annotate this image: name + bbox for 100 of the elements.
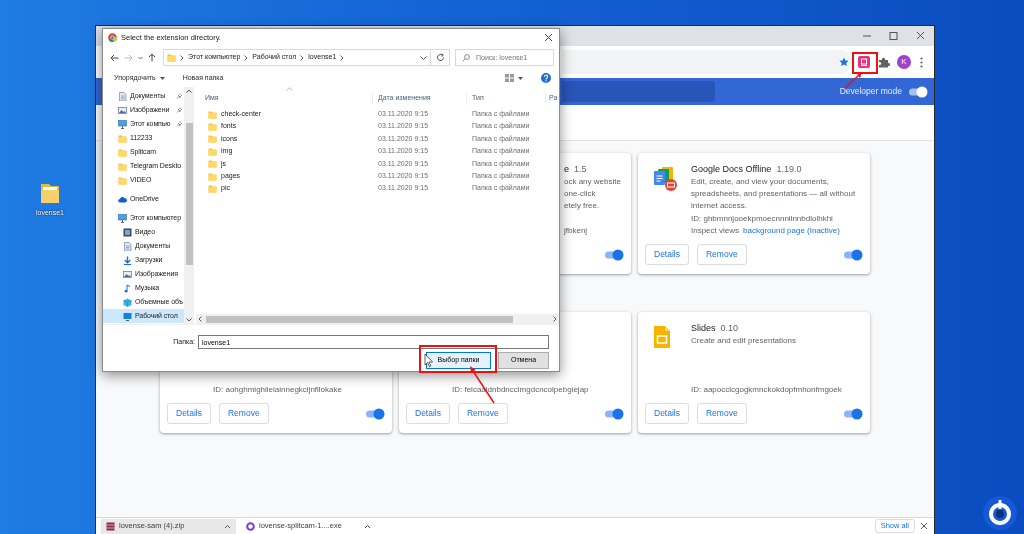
documents-icon bbox=[653, 166, 679, 194]
folder-icon bbox=[118, 147, 127, 157]
folder-icon[interactable] bbox=[39, 181, 61, 205]
document-icon bbox=[118, 91, 127, 101]
toggle-label: Developer mode bbox=[839, 85, 902, 98]
mouse-cursor bbox=[424, 353, 433, 367]
chevron-icon bbox=[180, 54, 184, 61]
maximize-icon[interactable] bbox=[888, 31, 899, 41]
extension-id: ID: aapocclcgogkmnckokdopfmhonfmgoek bbox=[691, 384, 843, 396]
chevron-icon bbox=[340, 54, 345, 61]
chevron-icon bbox=[244, 54, 249, 61]
film-icon bbox=[123, 227, 132, 237]
extension-icon[interactable] bbox=[858, 56, 870, 68]
folder-icon bbox=[208, 184, 217, 194]
monitor-icon bbox=[123, 311, 132, 321]
scrollbar[interactable] bbox=[196, 314, 559, 324]
logo-icon bbox=[982, 495, 1018, 531]
folder-icon bbox=[167, 53, 176, 62]
document-icon bbox=[123, 241, 132, 251]
details-button[interactable]: Details bbox=[645, 403, 689, 424]
close-icon[interactable] bbox=[544, 33, 553, 42]
extension-id: ID: ghbmnnjooekpmoecnnnilnnbdlolhkhi bbox=[691, 213, 834, 225]
details-button[interactable]: Details bbox=[645, 244, 689, 265]
folder-icon bbox=[208, 146, 217, 156]
extension-id: jfbkenj bbox=[564, 225, 589, 237]
version-label: 1.19.0 bbox=[776, 163, 802, 176]
menu-icon[interactable] bbox=[919, 56, 923, 68]
profile-avatar[interactable]: K bbox=[897, 55, 911, 69]
extension-name: Slides bbox=[691, 322, 716, 335]
scroll-right-icon[interactable] bbox=[553, 316, 557, 322]
sort-caret-icon bbox=[286, 87, 293, 91]
version-label: 1.5 bbox=[574, 163, 587, 176]
extension-name: e bbox=[564, 163, 569, 176]
scroll-up-icon[interactable] bbox=[186, 89, 192, 93]
chevron-icon[interactable] bbox=[364, 523, 371, 529]
cloud-icon bbox=[118, 194, 127, 204]
background-page-link[interactable]: background page (Inactive) bbox=[743, 225, 840, 237]
back-icon[interactable] bbox=[110, 53, 119, 62]
help-icon[interactable] bbox=[541, 73, 551, 83]
folder-icon bbox=[118, 175, 127, 185]
computer-icon bbox=[118, 119, 127, 129]
folder-icon bbox=[118, 161, 127, 171]
slides-icon bbox=[653, 325, 671, 349]
app-icon bbox=[108, 33, 117, 42]
chevron-icon bbox=[300, 54, 305, 61]
version-label: 0.10 bbox=[720, 322, 739, 335]
refresh-button[interactable] bbox=[430, 49, 450, 66]
toggle-switch[interactable] bbox=[908, 85, 928, 98]
star-icon[interactable] bbox=[839, 57, 849, 67]
scrollbar[interactable] bbox=[184, 87, 194, 324]
music-icon bbox=[123, 283, 132, 293]
search-field[interactable] bbox=[562, 81, 715, 102]
description-line: Create and edit presentations bbox=[691, 335, 797, 347]
ring-icon bbox=[246, 521, 255, 531]
picture-icon bbox=[118, 105, 127, 115]
highlight-frame bbox=[852, 52, 878, 74]
pointer-arrow bbox=[844, 72, 862, 89]
computer-icon bbox=[118, 213, 127, 223]
description-line: Edit, create, and view your documents, bbox=[691, 176, 830, 188]
caret-icon[interactable] bbox=[518, 76, 523, 80]
remove-button[interactable]: Remove bbox=[697, 244, 747, 265]
chevron-icon[interactable] bbox=[224, 523, 231, 529]
folder-icon bbox=[208, 159, 217, 169]
toggle-switch[interactable] bbox=[365, 407, 385, 420]
folder-icon bbox=[118, 133, 127, 143]
toggle-switch[interactable] bbox=[604, 407, 624, 420]
toggle-switch[interactable] bbox=[604, 248, 624, 261]
remove-button[interactable]: Remove bbox=[458, 403, 508, 424]
puzzle-icon[interactable] bbox=[878, 56, 890, 68]
scroll-left-icon[interactable] bbox=[198, 316, 202, 322]
folder-icon bbox=[208, 134, 217, 144]
remove-button[interactable]: Remove bbox=[219, 403, 269, 424]
up-icon[interactable] bbox=[148, 53, 156, 62]
close-icon[interactable] bbox=[920, 522, 928, 530]
extension-id: ID: aohghmighlieiainnegkcijnfilokake bbox=[213, 384, 343, 396]
caret-icon[interactable] bbox=[420, 55, 427, 60]
archive-icon bbox=[106, 521, 115, 531]
toggle-switch[interactable] bbox=[843, 407, 863, 420]
search-icon bbox=[462, 53, 470, 62]
remove-button[interactable]: Remove bbox=[697, 403, 747, 424]
refresh-icon bbox=[435, 53, 445, 62]
description-line: internet access. bbox=[691, 200, 749, 212]
details-button[interactable]: Details bbox=[167, 403, 211, 424]
folder-icon bbox=[208, 122, 217, 132]
folder-icon bbox=[208, 171, 217, 181]
extension-name: Google Docs Offline bbox=[691, 163, 772, 176]
description-line: spreadsheets, and presentations — all without bbox=[691, 188, 857, 200]
view-icon[interactable] bbox=[505, 74, 514, 82]
cube-icon bbox=[123, 297, 132, 307]
close-icon[interactable] bbox=[915, 31, 926, 41]
toggle-switch[interactable] bbox=[843, 248, 863, 261]
description-line: ock any website bbox=[564, 176, 622, 188]
scroll-down-icon[interactable] bbox=[186, 318, 192, 322]
folder-icon bbox=[208, 109, 217, 119]
description-line: one-click bbox=[564, 188, 597, 200]
description-line: etely free. bbox=[564, 200, 601, 212]
details-button[interactable]: Details bbox=[406, 403, 450, 424]
download-icon bbox=[123, 255, 132, 265]
inspect-label: Inspect views bbox=[691, 225, 740, 237]
picture-icon bbox=[123, 269, 132, 279]
